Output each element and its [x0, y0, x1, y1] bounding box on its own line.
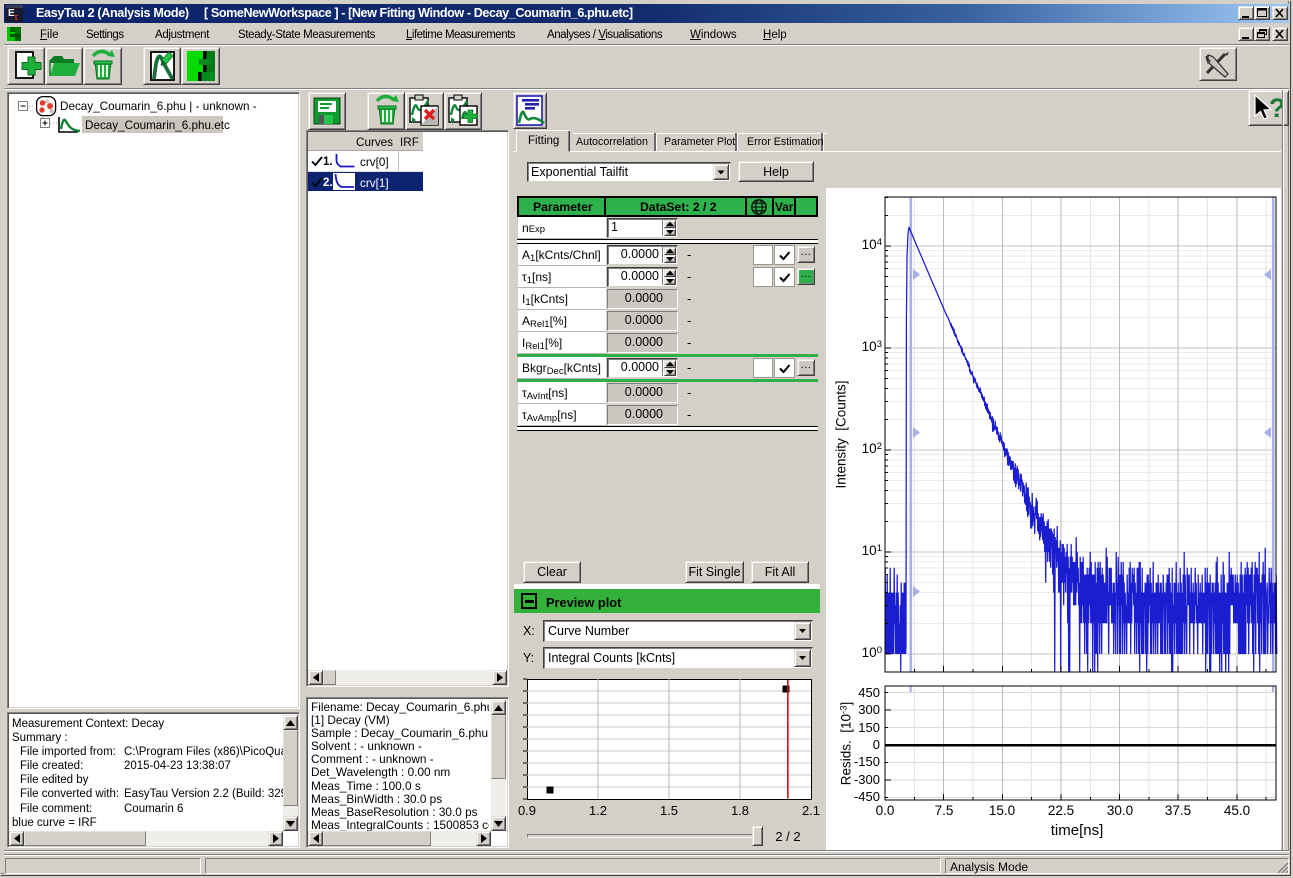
svg-text:τ: τ: [14, 12, 18, 22]
